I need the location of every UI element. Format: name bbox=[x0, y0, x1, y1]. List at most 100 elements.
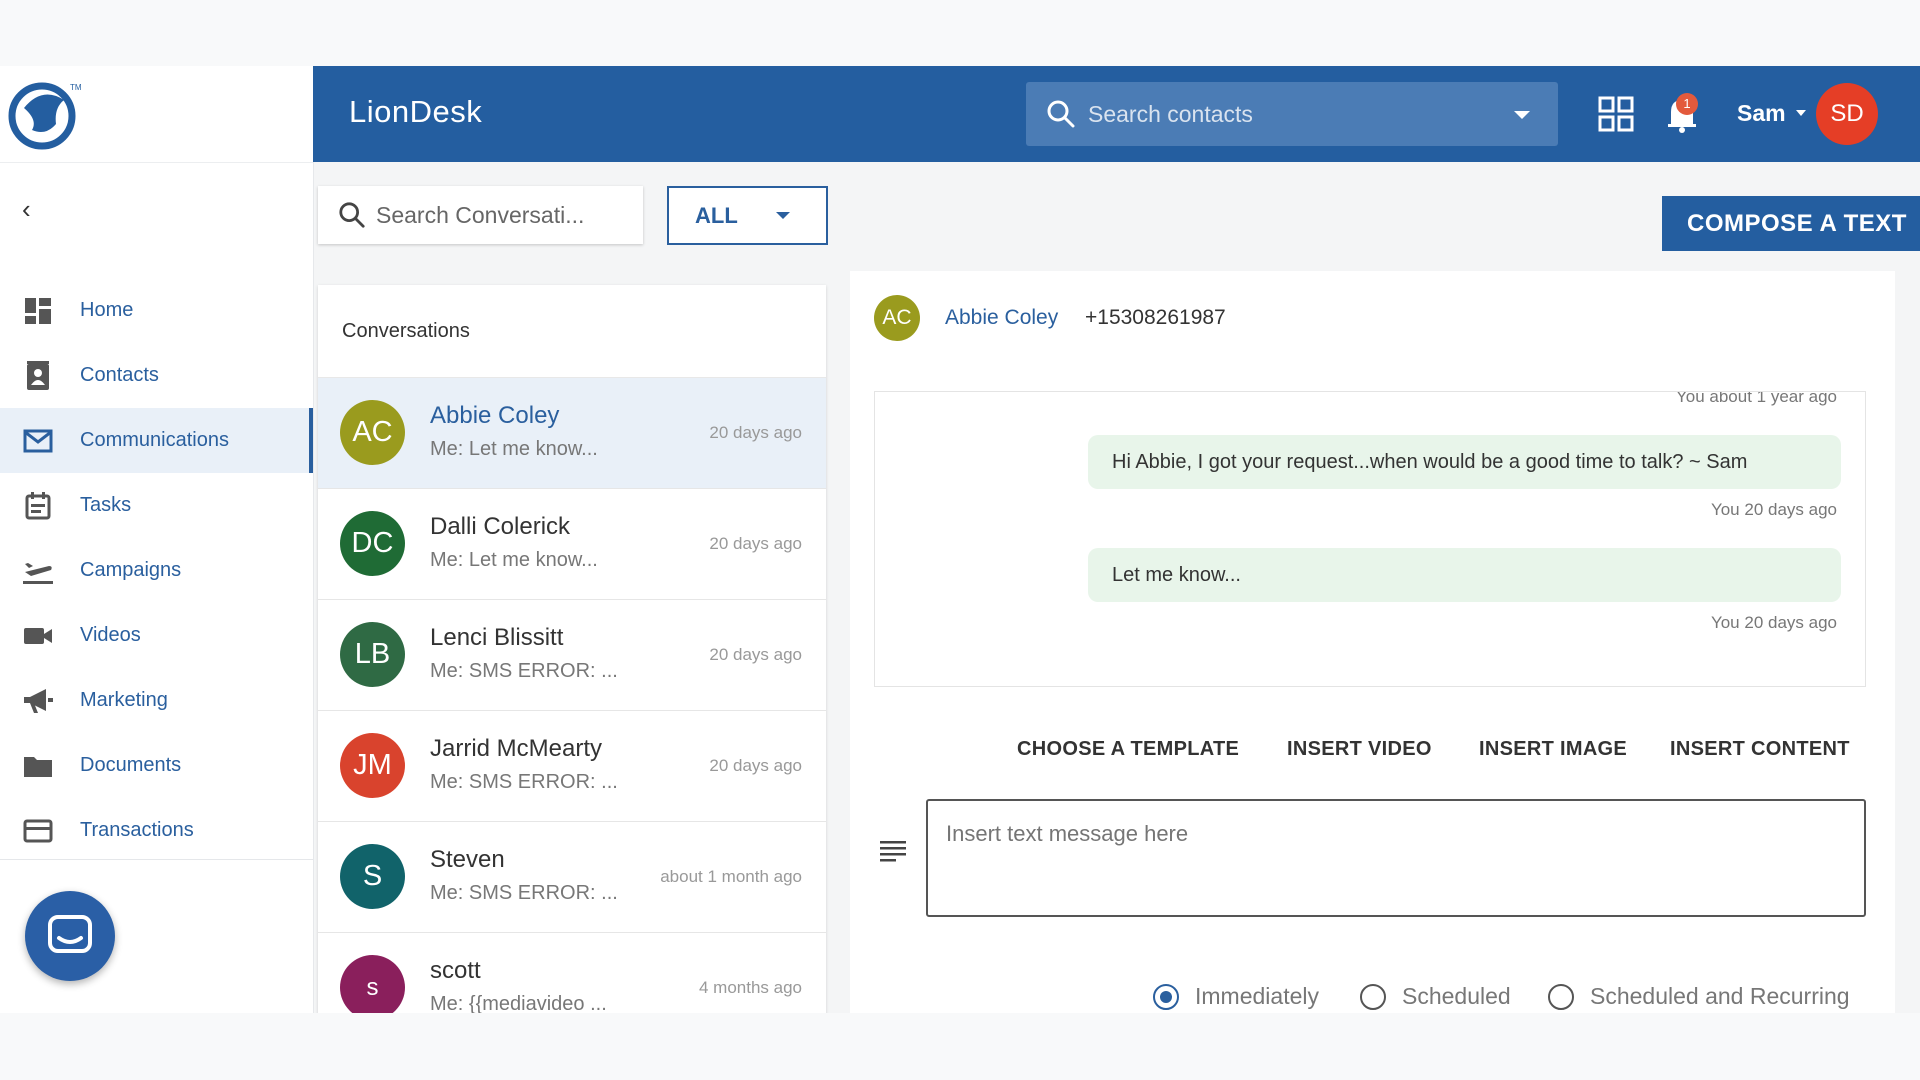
conversation-item[interactable]: AC Abbie Coley Me: Let me know... 20 day… bbox=[318, 378, 826, 489]
sidebar-item-campaigns[interactable]: Campaigns bbox=[0, 538, 313, 603]
card-icon bbox=[22, 815, 54, 847]
user-menu-name[interactable]: Sam bbox=[1737, 100, 1786, 127]
message-thread-panel: AC Abbie Coley +15308261987 You about 1 … bbox=[850, 271, 1895, 1013]
sidebar-item-marketing[interactable]: Marketing bbox=[0, 668, 313, 733]
avatar: AC bbox=[340, 400, 405, 465]
plane-icon bbox=[22, 555, 54, 587]
dashboard-icon bbox=[22, 295, 54, 327]
conversation-time: 20 days ago bbox=[709, 756, 802, 775]
top-header: LionDesk Search contacts 1 Sam SD bbox=[313, 66, 1920, 162]
svg-text:TM: TM bbox=[70, 83, 82, 92]
search-icon bbox=[339, 202, 365, 228]
sidebar-item-videos[interactable]: Videos bbox=[0, 603, 313, 668]
conversation-name: Lenci Blissitt bbox=[430, 624, 564, 651]
chat-icon bbox=[48, 915, 92, 953]
conversation-time: 20 days ago bbox=[709, 423, 802, 442]
compose-text-button[interactable]: COMPOSE A TEXT bbox=[1662, 196, 1920, 251]
thread-contact-name[interactable]: Abbie Coley bbox=[945, 306, 1058, 330]
sidebar-item-documents[interactable]: Documents bbox=[0, 733, 313, 798]
conversation-item[interactable]: LB Lenci Blissitt Me: SMS ERROR: ... 20 … bbox=[318, 600, 826, 711]
radio-scheduled-recurring[interactable]: Scheduled and Recurring bbox=[1548, 983, 1850, 1010]
conversations-panel: Conversations AC Abbie Coley Me: Let me … bbox=[318, 285, 826, 1013]
avatar: DC bbox=[340, 511, 405, 576]
message-history[interactable]: You about 1 year ago Hi Abbie, I got you… bbox=[874, 391, 1866, 687]
radio-label: Scheduled bbox=[1402, 983, 1511, 1009]
radio-unselected-icon bbox=[1360, 983, 1386, 1010]
sidebar-item-label: Campaigns bbox=[80, 559, 182, 581]
chevron-down-icon bbox=[776, 212, 790, 219]
insert-image-button[interactable]: INSERT IMAGE bbox=[1479, 738, 1627, 761]
sidebar-item-transactions[interactable]: Transactions bbox=[0, 798, 313, 863]
collapse-sidebar-icon[interactable]: ‹ bbox=[22, 194, 52, 224]
conversation-preview: Me: SMS ERROR: ... bbox=[430, 771, 618, 793]
filter-label: ALL bbox=[695, 202, 738, 228]
tasks-icon bbox=[22, 490, 54, 522]
conversation-preview: Me: {{mediavideo ... bbox=[430, 993, 607, 1013]
conversation-item[interactable]: JM Jarrid McMearty Me: SMS ERROR: ... 20… bbox=[318, 711, 826, 822]
message-meta: You 20 days ago bbox=[1710, 500, 1837, 519]
text-format-icon[interactable] bbox=[880, 839, 906, 863]
conversation-name: Steven bbox=[430, 846, 505, 873]
search-conversations-input[interactable]: Search Conversati... bbox=[318, 186, 643, 244]
search-contacts-input[interactable]: Search contacts bbox=[1026, 82, 1558, 146]
conversation-time: 4 months ago bbox=[698, 978, 802, 997]
sidebar-item-label: Documents bbox=[80, 754, 182, 776]
sidebar-item-tasks[interactable]: Tasks bbox=[0, 473, 313, 538]
app-window: TM ‹ Home Contacts Communications Tasks … bbox=[0, 66, 1920, 1013]
sidebar-item-contacts[interactable]: Contacts bbox=[0, 343, 313, 408]
radio-label: Immediately bbox=[1195, 983, 1319, 1009]
insert-video-button[interactable]: INSERT VIDEO bbox=[1287, 738, 1432, 761]
sidebar-item-label: Communications bbox=[80, 429, 229, 451]
contacts-icon bbox=[22, 360, 54, 392]
sidebar-item-label: Transactions bbox=[80, 819, 194, 841]
conversations-header: Conversations bbox=[318, 285, 826, 378]
conversations-heading: Conversations bbox=[342, 319, 470, 342]
user-avatar[interactable]: SD bbox=[1816, 83, 1878, 145]
chat-support-button[interactable] bbox=[25, 891, 115, 981]
conversation-time: 20 days ago bbox=[709, 645, 802, 664]
logo-area: TM bbox=[0, 66, 313, 163]
apps-grid-icon[interactable] bbox=[1598, 96, 1634, 132]
video-icon bbox=[22, 620, 54, 652]
sidebar: TM ‹ Home Contacts Communications Tasks … bbox=[0, 66, 314, 1013]
radio-unselected-icon bbox=[1548, 983, 1574, 1010]
conversation-item[interactable]: S Steven Me: SMS ERROR: ... about 1 mont… bbox=[318, 822, 826, 933]
conversation-name: Dalli Colerick bbox=[430, 513, 571, 540]
avatar: AC bbox=[874, 295, 920, 341]
conversation-preview: Me: Let me know... bbox=[430, 438, 598, 460]
radio-label: Scheduled and Recurring bbox=[1590, 983, 1850, 1009]
conversation-preview: Me: SMS ERROR: ... bbox=[430, 660, 618, 682]
radio-scheduled[interactable]: Scheduled bbox=[1360, 983, 1511, 1010]
chevron-down-icon[interactable] bbox=[1514, 111, 1530, 119]
conversation-time: 20 days ago bbox=[709, 534, 802, 553]
user-menu-caret-icon[interactable] bbox=[1796, 110, 1806, 116]
avatar: JM bbox=[340, 733, 405, 798]
search-contacts-placeholder: Search contacts bbox=[1088, 100, 1253, 127]
conversation-filter-dropdown[interactable]: ALL bbox=[667, 186, 828, 245]
avatar: s bbox=[340, 955, 405, 1013]
conversation-name: scott bbox=[430, 957, 481, 984]
sidebar-item-label: Contacts bbox=[80, 364, 159, 386]
conversation-item[interactable]: s scott Me: {{mediavideo ... 4 months ag… bbox=[318, 933, 826, 1013]
sidebar-item-label: Tasks bbox=[80, 494, 132, 516]
sidebar-item-home[interactable]: Home bbox=[0, 278, 313, 343]
search-conversations-placeholder: Search Conversati... bbox=[376, 201, 585, 228]
avatar: S bbox=[340, 844, 405, 909]
sidebar-item-communications[interactable]: Communications bbox=[0, 408, 313, 473]
radio-selected-icon bbox=[1153, 983, 1179, 1010]
notification-badge: 1 bbox=[1676, 93, 1698, 115]
folder-icon bbox=[22, 750, 54, 782]
conversation-preview: Me: SMS ERROR: ... bbox=[430, 882, 618, 904]
sidebar-nav: Home Contacts Communications Tasks Campa… bbox=[0, 278, 313, 863]
conversation-item[interactable]: DC Dalli Colerick Me: Let me know... 20 … bbox=[318, 489, 826, 600]
radio-immediately[interactable]: Immediately bbox=[1153, 983, 1319, 1010]
brand-title: LionDesk bbox=[349, 94, 483, 129]
message-input[interactable] bbox=[926, 799, 1866, 917]
lion-logo-icon: TM bbox=[8, 82, 82, 150]
sidebar-item-label: Home bbox=[80, 299, 134, 321]
message-bubble: Let me know... bbox=[1088, 548, 1841, 602]
choose-template-button[interactable]: CHOOSE A TEMPLATE bbox=[1017, 738, 1239, 761]
sidebar-item-label: Marketing bbox=[80, 689, 168, 711]
message-meta: You about 1 year ago bbox=[1675, 391, 1837, 406]
insert-content-button[interactable]: INSERT CONTENT bbox=[1670, 738, 1850, 761]
